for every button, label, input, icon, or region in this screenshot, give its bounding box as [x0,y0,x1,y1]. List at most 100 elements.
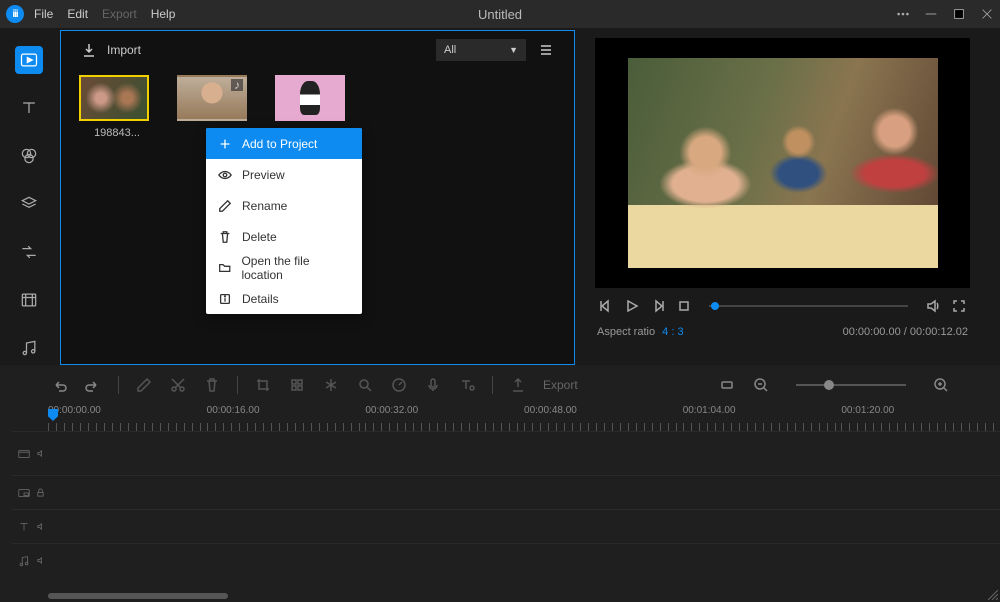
ctx-add-to-project[interactable]: Add to Project [206,128,362,159]
scrollbar-thumb[interactable] [48,593,228,599]
resize-grip-icon[interactable] [988,590,998,600]
sidebar-filters[interactable] [15,142,43,170]
audio-badge-icon: ♪ [231,79,243,91]
aspect-ratio-label: Aspect ratio 4 : 3 [597,326,684,338]
lock-icon[interactable] [36,488,45,497]
sidebar-media[interactable] [15,46,43,74]
video-track-icon [12,432,36,475]
zoom-slider[interactable] [796,384,906,386]
ctx-label: Details [242,292,279,306]
track-text[interactable] [12,509,1000,543]
close-icon[interactable] [980,7,994,21]
sidebar-transitions[interactable] [15,238,43,266]
more-icon[interactable] [896,7,910,21]
timeline-scrollbar[interactable] [0,590,1000,602]
fullscreen-button[interactable] [950,297,968,315]
ctx-details[interactable]: Details [206,283,362,314]
ctx-label: Delete [242,230,277,244]
list-view-icon[interactable] [538,42,554,58]
media-panel: Import All ▼ 198843... ♪ ... 20.png [60,30,575,365]
ctx-rename[interactable]: Rename [206,190,362,221]
import-button[interactable]: Import [107,43,141,57]
zoom-button[interactable] [356,376,374,394]
timeline-ruler[interactable]: 00:00:00.00 00:00:16.00 00:00:32.00 00:0… [0,405,1000,431]
seek-bar[interactable] [709,305,908,307]
preview-video[interactable] [595,38,970,288]
mute-icon[interactable] [36,449,45,458]
ctx-open-location[interactable]: Open the file location [206,252,362,283]
mute-icon[interactable] [36,556,45,565]
sidebar-text[interactable] [15,94,43,122]
media-filter-dropdown[interactable]: All ▼ [436,39,526,61]
text-track-icon [12,510,36,543]
preview-panel: Aspect ratio 4 : 3 00:00:00.00 / 00:00:1… [575,28,1000,365]
export-icon[interactable] [509,376,527,394]
ruler-tick: 00:00:16.00 [207,405,366,431]
ctx-label: Open the file location [241,254,350,282]
import-icon[interactable] [81,42,97,58]
audio-track-icon [12,544,36,577]
track-pip[interactable] [12,475,1000,509]
zoom-fit-button[interactable] [718,376,736,394]
menu-help[interactable]: Help [151,7,176,21]
zoom-slider-handle[interactable] [824,380,834,390]
menu-file[interactable]: File [34,7,53,21]
export-label[interactable]: Export [543,378,578,392]
ruler-tick: 00:00:32.00 [365,405,524,431]
redo-button[interactable] [84,376,102,394]
seek-handle[interactable] [711,302,719,310]
stop-button[interactable] [675,297,693,315]
minimize-icon[interactable] [924,7,938,21]
plus-icon [218,137,232,151]
undo-button[interactable] [50,376,68,394]
filter-value: All [444,44,456,56]
timeline-area: Export 00:00:00.00 00:00:16.00 00:00:32.… [0,365,1000,602]
left-sidebar [0,28,58,365]
context-menu: Add to Project Preview Rename Delete Ope… [206,128,362,314]
mute-icon[interactable] [36,522,45,531]
playback-controls [595,288,970,324]
time-display: 00:00:00.00 / 00:00:12.02 [843,326,968,338]
menu-edit[interactable]: Edit [67,7,88,21]
next-frame-button[interactable] [649,297,667,315]
zoom-out-button[interactable] [752,376,770,394]
crop-button[interactable] [254,376,272,394]
ctx-preview[interactable]: Preview [206,159,362,190]
menu-export: Export [102,7,137,21]
cut-button[interactable] [169,376,187,394]
delete-button[interactable] [203,376,221,394]
chevron-down-icon: ▼ [509,45,518,55]
sidebar-audio[interactable] [15,334,43,362]
media-item-label: 198843... [79,127,155,139]
sidebar-elements[interactable] [15,286,43,314]
ruler-tick: 00:00:48.00 [524,405,683,431]
volume-button[interactable] [924,297,942,315]
media-item-1[interactable]: 198843... [79,75,155,139]
ctx-label: Preview [242,168,285,182]
ctx-label: Rename [242,199,287,213]
info-icon [218,292,232,306]
folder-icon [218,261,231,275]
menu-bar: File Edit Export Help [34,7,175,21]
titlebar: File Edit Export Help Untitled [0,0,1000,28]
zoom-in-button[interactable] [932,376,950,394]
freeze-button[interactable] [322,376,340,394]
ruler-tick: 00:01:20.00 [841,405,1000,431]
play-button[interactable] [623,297,641,315]
text-to-speech-button[interactable] [458,376,476,394]
edit-button[interactable] [135,376,153,394]
mosaic-button[interactable] [288,376,306,394]
prev-frame-button[interactable] [597,297,615,315]
trash-icon [218,230,232,244]
voiceover-button[interactable] [424,376,442,394]
ctx-delete[interactable]: Delete [206,221,362,252]
video-frame [628,58,938,268]
pencil-icon [218,199,232,213]
sidebar-overlays[interactable] [15,190,43,218]
speed-button[interactable] [390,376,408,394]
maximize-icon[interactable] [952,7,966,21]
track-video[interactable] [12,431,1000,475]
timeline-tracks [0,431,1000,590]
app-logo [6,5,24,23]
track-audio[interactable] [12,543,1000,577]
